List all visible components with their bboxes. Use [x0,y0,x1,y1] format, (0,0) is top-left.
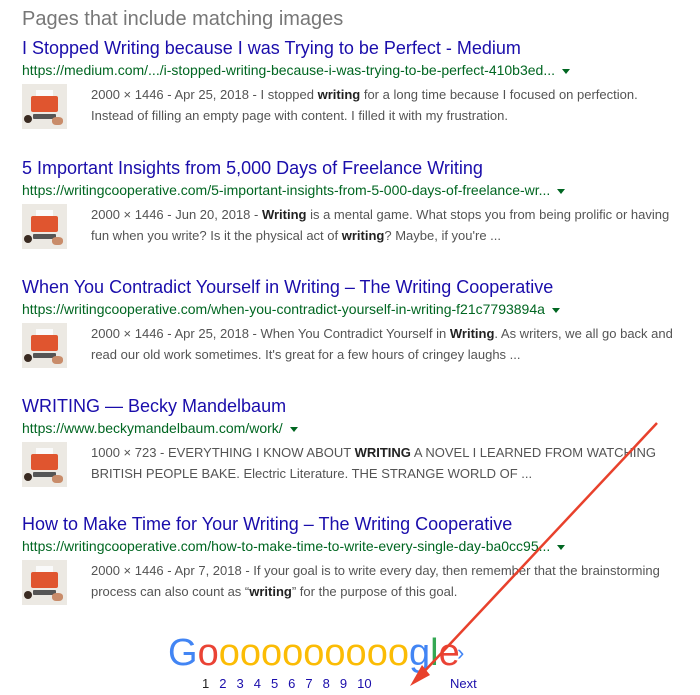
result-title-link[interactable]: How to Make Time for Your Writing – The … [22,513,682,535]
result-body: 2000 × 1446 - Apr 25, 2018 - I stopped w… [22,84,682,129]
logo-letter: o [218,632,240,674]
search-result: I Stopped Writing because I was Trying t… [22,37,682,129]
result-body: 2000 × 1446 - Jun 20, 2018 - Writing is … [22,204,682,249]
page-link[interactable]: 7 [305,676,312,691]
caret-down-icon[interactable] [557,188,566,194]
snippet-text: When You Contradict Yourself in [260,326,450,341]
pagination: Goooooooooogle › 1 2 3 4 5 6 7 8 9 10 Next [168,634,488,691]
result-thumbnail[interactable] [22,323,67,368]
result-body: 1000 × 723 - EVERYTHING I KNOW ABOUT WRI… [22,442,682,487]
result-url-text: https://www.beckymandelbaum.com/work/ [22,420,283,436]
goooogle-logo: Goooooooooogle [168,634,488,672]
logo-letter: o [366,632,388,674]
next-page-link[interactable]: Next [450,676,477,691]
snippet-text: ” for the purpose of this goal. [291,584,458,599]
result-url-text: https://writingcooperative.com/5-importa… [22,182,551,198]
result-snippet: 2000 × 1446 - Apr 25, 2018 - When You Co… [91,323,682,368]
result-url-text: https://writingcooperative.com/when-you-… [22,301,545,317]
search-result: WRITING — Becky Mandelbaum https://www.be… [22,395,682,487]
snippet-highlight: Writing [449,326,495,341]
result-url: https://medium.com/.../i-stopped-writing… [22,60,682,80]
page-link[interactable]: 3 [236,676,243,691]
logo-letter: o [197,632,219,674]
snippet-highlight: Writing [261,207,307,222]
chevron-right-icon[interactable]: › [457,640,464,666]
result-thumbnail[interactable] [22,442,67,487]
page-link[interactable]: 4 [254,676,261,691]
snippet-text: ? Maybe, if you're ... [384,228,502,243]
result-url-text: https://medium.com/.../i-stopped-writing… [22,62,555,78]
search-result: 5 Important Insights from 5,000 Days of … [22,157,682,249]
result-url: https://writingcooperative.com/how-to-ma… [22,536,682,556]
logo-letter: G [168,632,198,674]
result-title-link[interactable]: I Stopped Writing because I was Trying t… [22,37,682,59]
caret-down-icon[interactable] [557,544,566,550]
caret-down-icon[interactable] [289,426,298,432]
section-heading: Pages that include matching images [22,8,344,30]
result-body: 2000 × 1446 - Apr 25, 2018 - When You Co… [22,323,682,368]
page-numbers: 1 2 3 4 5 6 7 8 9 10 [202,676,382,691]
logo-letter: o [260,632,283,674]
caret-down-icon[interactable] [551,307,560,313]
snippet-text: I stopped [260,87,318,102]
result-meta: 2000 × 1446 - Jun 20, 2018 - [91,207,262,222]
result-snippet: 2000 × 1446 - Jun 20, 2018 - Writing is … [91,204,682,249]
result-title-link[interactable]: WRITING — Becky Mandelbaum [22,395,682,417]
result-thumbnail[interactable] [22,560,67,605]
snippet-highlight: writing [249,584,292,599]
page-link[interactable]: 9 [340,676,347,691]
search-result: How to Make Time for Your Writing – The … [22,513,682,605]
result-url: https://writingcooperative.com/5-importa… [22,180,682,200]
logo-letter: o [387,632,409,674]
snippet-text: EVERYTHING I KNOW ABOUT [167,445,355,460]
result-meta: 1000 × 723 - [91,445,168,460]
result-snippet: 1000 × 723 - EVERYTHING I KNOW ABOUT WRI… [91,442,682,487]
result-title-link[interactable]: 5 Important Insights from 5,000 Days of … [22,157,682,179]
logo-letter: o [345,632,367,674]
snippet-highlight: WRITING [354,445,411,460]
page-link[interactable]: 8 [323,676,330,691]
logo-letter: o [324,632,346,674]
snippet-highlight: writing [341,228,385,243]
logo-letter: o [282,632,304,674]
logo-letter: l [430,632,439,674]
result-url: https://writingcooperative.com/when-you-… [22,299,682,319]
page-link[interactable]: 10 [357,676,371,691]
page-current: 1 [202,676,210,691]
result-thumbnail[interactable] [22,204,67,249]
snippet-highlight: writing [317,87,361,102]
result-meta: 2000 × 1446 - Apr 25, 2018 - [91,326,261,341]
result-url: https://www.beckymandelbaum.com/work/ [22,418,682,438]
result-url-text: https://writingcooperative.com/how-to-ma… [22,538,551,554]
result-body: 2000 × 1446 - Apr 7, 2018 - If your goal… [22,560,682,605]
result-thumbnail[interactable] [22,84,67,129]
caret-down-icon[interactable] [562,68,570,74]
search-result: When You Contradict Yourself in Writing … [22,276,682,368]
page-link[interactable]: 5 [271,676,278,691]
result-title-link[interactable]: When You Contradict Yourself in Writing … [22,276,682,298]
logo-letter: g [408,632,431,674]
result-snippet: 2000 × 1446 - Apr 7, 2018 - If your goal… [91,560,682,605]
logo-letter: o [303,632,325,674]
logo-letter: o [239,632,261,674]
result-meta: 2000 × 1446 - Apr 7, 2018 - [91,563,254,578]
page-link[interactable]: 2 [219,676,226,691]
result-meta: 2000 × 1446 - Apr 25, 2018 - [91,87,261,102]
result-snippet: 2000 × 1446 - Apr 25, 2018 - I stopped w… [91,84,682,129]
page-link[interactable]: 6 [288,676,295,691]
